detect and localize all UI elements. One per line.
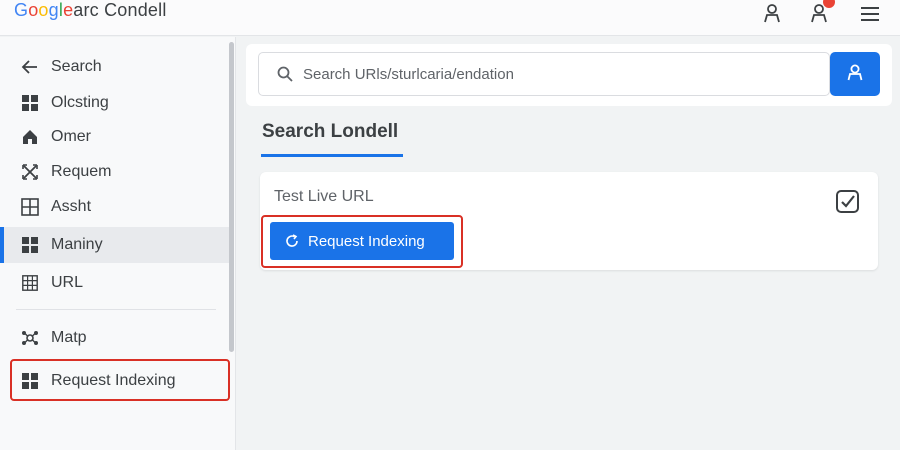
sidebar-item-requem[interactable]: Requem	[0, 154, 229, 190]
logo-letter: o	[28, 0, 39, 20]
app-logo[interactable]: Googlearc Condell	[14, 0, 167, 20]
sidebar-highlight-frame	[10, 359, 230, 401]
sidebar-item-search[interactable]: Search	[0, 49, 229, 85]
grid-icon	[20, 93, 40, 113]
arrow-left-icon	[20, 57, 40, 77]
checkbox-checked-icon[interactable]	[834, 188, 862, 216]
sitemap-icon	[20, 328, 40, 348]
sidebar-item-assht[interactable]: Assht	[0, 189, 229, 225]
search-field[interactable]	[258, 52, 830, 96]
sidebar-item-label: Requem	[51, 163, 112, 180]
sidebar-item-label: URL	[51, 274, 84, 291]
sidebar-item-label: Maniny	[51, 236, 103, 253]
section-title: Search Londell	[262, 121, 399, 142]
sidebar-item-matp[interactable]: Matp	[0, 320, 229, 356]
notification-badge	[823, 0, 835, 8]
sidebar-item-olcsting[interactable]: Olcsting	[0, 85, 229, 121]
account-alert-icon[interactable]	[808, 0, 835, 24]
sidebar: Search Olcsting Omer Requem Assht Maniny…	[0, 37, 236, 450]
table-icon	[20, 197, 40, 217]
person-icon	[846, 63, 864, 86]
active-indicator	[0, 227, 4, 263]
search-card	[246, 44, 892, 106]
top-bar: Googlearc Condell	[0, 0, 900, 36]
button-highlight-frame	[261, 215, 463, 268]
person-icon[interactable]	[760, 2, 784, 24]
grid-dots-icon	[20, 273, 40, 293]
logo-letter: g	[48, 0, 59, 20]
sidebar-item-label: Search	[51, 58, 102, 75]
logo-letter: G	[14, 0, 29, 20]
cross-arrows-icon	[20, 162, 40, 182]
sidebar-item-url[interactable]: URL	[0, 265, 229, 301]
sidebar-divider	[16, 309, 216, 310]
card-label: Test Live URL	[274, 188, 374, 205]
hamburger-menu-icon[interactable]	[858, 2, 882, 24]
logo-letter: e	[63, 0, 74, 20]
grid-icon	[20, 235, 40, 255]
search-button[interactable]	[830, 52, 880, 96]
search-icon	[275, 64, 295, 84]
logo-letter: o	[38, 0, 49, 20]
sidebar-item-omer[interactable]: Omer	[0, 119, 229, 155]
sidebar-item-maniny[interactable]: Maniny	[0, 227, 229, 263]
sidebar-item-label: Assht	[51, 198, 92, 215]
sidebar-scrollbar[interactable]	[229, 42, 234, 352]
logo-text: arc Condell	[73, 0, 167, 20]
sidebar-item-label: Matp	[51, 329, 87, 346]
home-icon	[20, 127, 40, 147]
sidebar-item-label: Omer	[51, 128, 91, 145]
sidebar-item-label: Olcsting	[51, 94, 109, 111]
section-tab-indicator	[261, 154, 403, 157]
search-input[interactable]	[303, 65, 783, 83]
